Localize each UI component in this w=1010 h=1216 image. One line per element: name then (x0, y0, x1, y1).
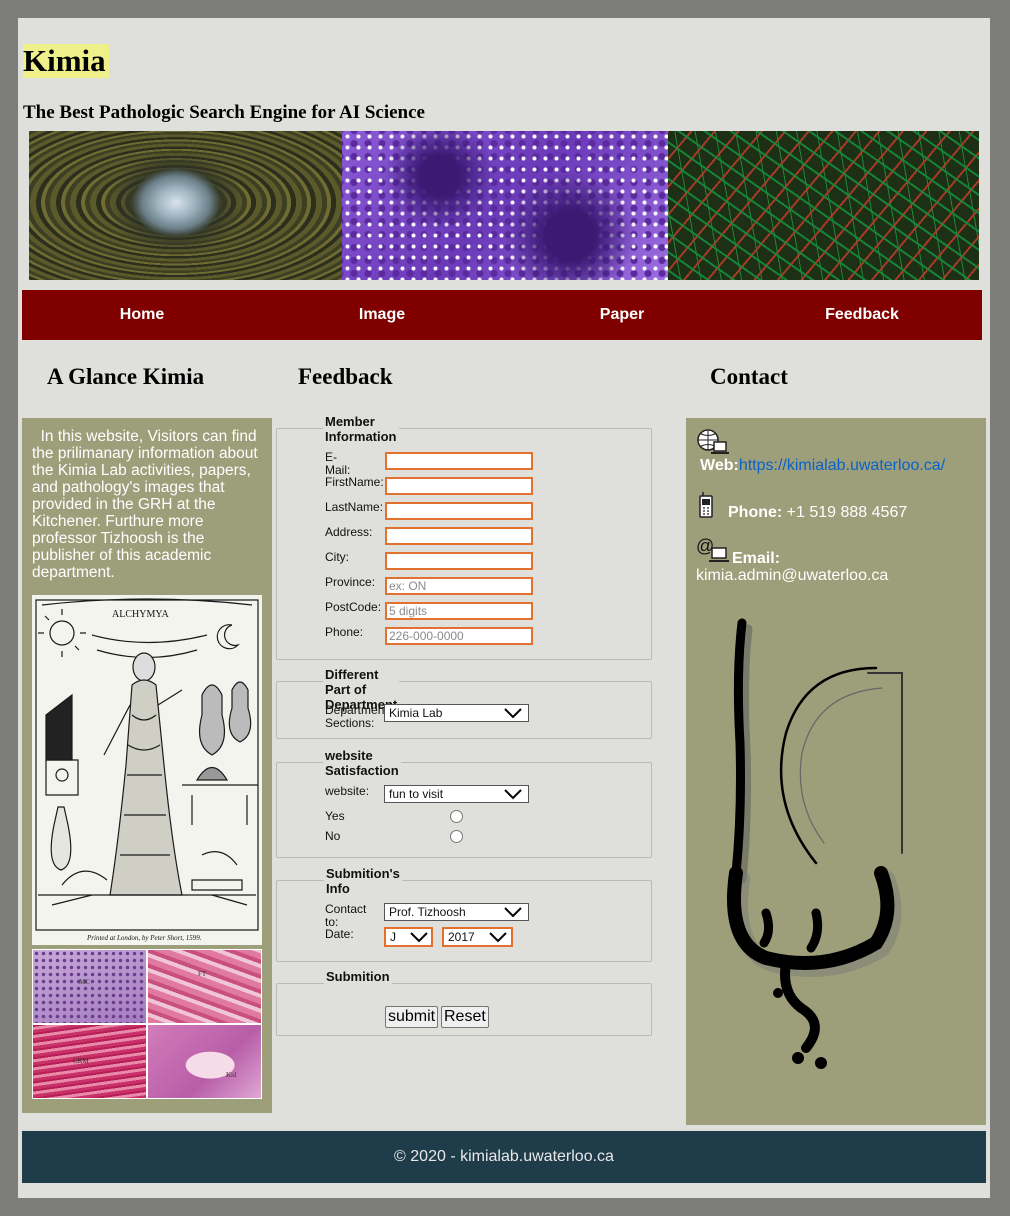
phone-field[interactable] (385, 627, 533, 645)
address-label: Address: (325, 525, 373, 539)
phone-label: Phone: (325, 625, 364, 639)
nav-feedback[interactable]: Feedback (742, 290, 982, 340)
histology-image-b: FT (148, 950, 261, 1023)
city-field[interactable] (385, 552, 533, 570)
department-select[interactable]: Kimia Lab (384, 704, 529, 722)
chevron-down-icon (489, 932, 507, 943)
email-label: E-Mail: (325, 450, 351, 477)
site-title: Kimia (23, 44, 109, 78)
alchymya-engraving-image: ALCHYMYA Printed at London, by Peter Sho… (32, 595, 262, 945)
footer: © 2020 - kimialab.uwaterloo.ca (22, 1131, 986, 1183)
postcode-field[interactable] (385, 602, 533, 620)
submission-legend: Submition (324, 969, 392, 984)
nav-home[interactable]: Home (22, 290, 262, 340)
histology-image-grid: MC FT CRM Kid (32, 949, 262, 1099)
member-info-legend: Member Information (323, 414, 399, 444)
firstname-label: FirstName: (325, 475, 384, 489)
address-field[interactable] (385, 527, 533, 545)
date-label: Date: (325, 927, 354, 941)
submit-button[interactable]: submit (385, 1006, 439, 1028)
web-row: Web:https://kimialab.uwaterloo.ca/ (700, 457, 946, 474)
department-label: Department Sections: (325, 703, 388, 730)
glance-panel: In this website, Visitors can find the p… (22, 418, 272, 1113)
site-tagline: The Best Pathologic Search Engine for AI… (23, 102, 425, 123)
histology-image-c: CRM (33, 1025, 146, 1098)
banner-image-eye (29, 131, 342, 280)
date-month-select[interactable]: J (384, 927, 433, 947)
globe-laptop-icon (697, 429, 729, 454)
histology-image-d: Kid (148, 1025, 261, 1098)
banner-image-green-tissue (668, 131, 979, 280)
nav-paper[interactable]: Paper (502, 290, 742, 340)
main-nav: Home Image Paper Feedback (22, 290, 982, 340)
yes-radio[interactable] (450, 810, 463, 823)
chevron-down-icon (504, 907, 522, 918)
province-label: Province: (325, 575, 376, 589)
contact-to-select[interactable]: Prof. Tizhoosh (384, 903, 529, 921)
reset-button[interactable]: Reset (441, 1006, 489, 1028)
kimia-calligraphy-logo (727, 618, 903, 1069)
email-value: kimia.admin@uwaterloo.ca (696, 567, 889, 584)
email-field[interactable] (385, 452, 533, 470)
web-link[interactable]: https://kimialab.uwaterloo.ca/ (739, 457, 945, 474)
chevron-down-icon (504, 789, 522, 800)
mobile-phone-icon (699, 492, 713, 518)
phone-row: Phone: +1 519 888 4567 (728, 504, 908, 521)
glance-text: In this website, Visitors can find the p… (32, 428, 258, 581)
lastname-field[interactable] (385, 502, 533, 520)
banner-image-purple-tissue (342, 131, 668, 280)
contact-to-label: Contact to: (325, 902, 367, 929)
chevron-down-icon (410, 932, 428, 943)
firstname-field[interactable] (385, 477, 533, 495)
city-label: City: (325, 550, 349, 564)
feedback-heading: Feedback (298, 364, 393, 389)
histology-image-a: MC (33, 950, 146, 1023)
footer-text: © 2020 - kimialab.uwaterloo.ca (394, 1148, 614, 1165)
satisfaction-legend: website Satisfaction (323, 748, 401, 778)
alchymya-caption: Printed at London, by Peter Short, 1599. (86, 934, 202, 942)
no-label: No (325, 829, 341, 843)
page: Kimia The Best Pathologic Search Engine … (18, 18, 990, 1198)
nav-image[interactable]: Image (262, 290, 502, 340)
alchymya-banner-text: ALCHYMYA (112, 609, 169, 620)
contact-panel: Web:https://kimialab.uwaterloo.ca/ Phone… (686, 418, 986, 1125)
banner (29, 131, 979, 280)
email-label: Email: (732, 550, 781, 567)
province-field[interactable] (385, 577, 533, 595)
email-at-icon: @ (696, 536, 729, 562)
chevron-down-icon (504, 708, 522, 719)
contact-heading: Contact (710, 364, 788, 389)
lastname-label: LastName: (325, 500, 384, 514)
yes-label: Yes (325, 809, 345, 823)
postcode-label: PostCode: (325, 600, 382, 614)
submission-info-legend: Submition's Info (324, 866, 402, 896)
no-radio[interactable] (450, 830, 463, 843)
glance-heading: A Glance Kimia (47, 364, 205, 389)
website-label: website: (325, 784, 370, 798)
date-year-select[interactable]: 2017 (442, 927, 513, 947)
website-select[interactable]: fun to visit (384, 785, 529, 803)
